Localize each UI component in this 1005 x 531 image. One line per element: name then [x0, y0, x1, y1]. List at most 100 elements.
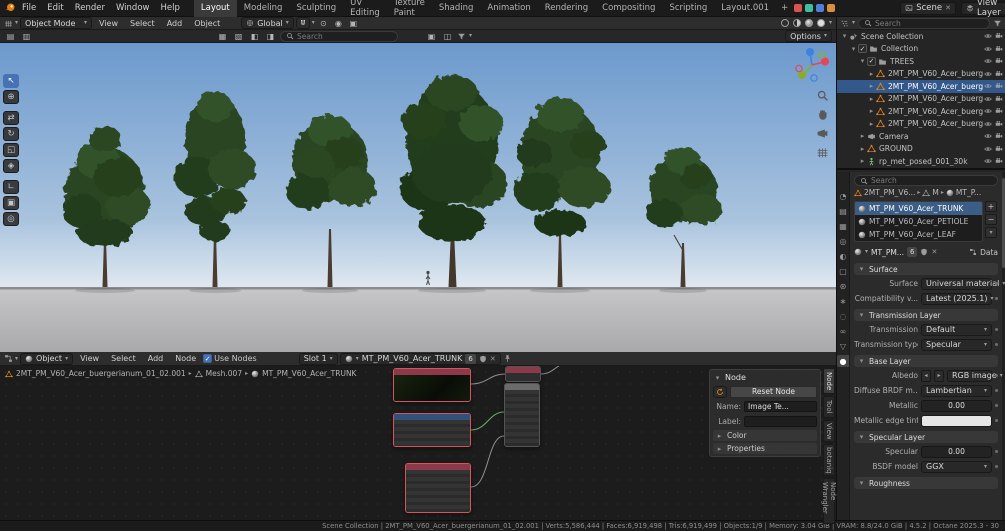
albedo-select[interactable]: RGB image ▾	[947, 369, 1003, 382]
tab-modifiers[interactable]: ⊛	[837, 280, 849, 292]
fake-user-shield-icon[interactable]	[920, 248, 928, 256]
camera-icon[interactable]	[995, 70, 1003, 78]
tab-view-layer[interactable]: ▦	[837, 220, 849, 232]
collapse-icon[interactable]: ▾	[857, 265, 866, 273]
eye-icon[interactable]	[984, 145, 992, 153]
eye-icon[interactable]	[984, 70, 992, 78]
wireframe-shading-icon[interactable]	[780, 19, 789, 27]
expand-icon[interactable]: ▸	[858, 145, 867, 153]
select-box-tool[interactable]: ↖	[3, 74, 19, 88]
navigation-gizmo[interactable]	[794, 47, 830, 83]
outliner-row-tree-object[interactable]: ▸ 2MT_PM_V60_Acer_buerg	[837, 93, 1005, 106]
workspace-tab-texture-paint[interactable]: Texture Paint	[387, 0, 432, 18]
shader-node[interactable]	[393, 413, 471, 447]
tab-world[interactable]: ◐	[837, 250, 849, 262]
roughness-section-header[interactable]: ▾ Roughness	[854, 477, 998, 489]
sidebar-tab-node[interactable]: Node	[823, 368, 835, 394]
expand-icon[interactable]: ▸	[858, 157, 867, 165]
tool-settings-icon[interactable]: ▤	[4, 31, 17, 42]
material-slot-select[interactable]: Slot 1 ▾	[298, 352, 338, 365]
user-count-badge[interactable]: 6	[465, 353, 476, 364]
outliner-row-camera[interactable]: ▸ Camera	[837, 130, 1005, 143]
eye-icon[interactable]	[984, 32, 992, 40]
workspace-tab-sculpting[interactable]: Sculpting	[289, 0, 343, 17]
tab-scene[interactable]: ◎	[837, 235, 849, 247]
outliner-editor-icon[interactable]	[840, 19, 849, 28]
editor-type-icon[interactable]	[4, 354, 13, 363]
zoom-icon[interactable]	[816, 89, 829, 102]
collection-checkbox[interactable]: ✓	[867, 56, 876, 66]
outliner-search-input[interactable]	[875, 18, 984, 28]
pin-icon[interactable]	[503, 354, 512, 363]
rotate-tool[interactable]: ↻	[3, 127, 19, 141]
camera-icon[interactable]	[995, 82, 1003, 90]
expand-icon[interactable]: ▸	[858, 132, 867, 140]
eye-icon[interactable]	[984, 57, 992, 65]
eye-icon[interactable]	[984, 82, 992, 90]
node-menu-add[interactable]: Add	[143, 352, 169, 366]
tab-particles[interactable]: ∗	[837, 295, 849, 307]
expand-icon[interactable]: ▸	[867, 107, 876, 115]
material-slot-trunk[interactable]: MT_PM_V60_Acer_TRUNK	[855, 202, 982, 215]
keyframe-dot-icon[interactable]	[995, 297, 998, 300]
material-slot-leaf[interactable]: MT_PM_V60_Acer_LEAF	[855, 228, 982, 241]
chevron-down-icon[interactable]: ▾	[312, 20, 315, 26]
menu-file[interactable]: File	[17, 0, 41, 17]
outliner-row-tree-object[interactable]: ▸ 2MT_PM_V60_Acer_buerg	[837, 118, 1005, 131]
shader-node-image-texture[interactable]	[393, 368, 471, 402]
camera-icon[interactable]	[995, 120, 1003, 128]
annotate-tool[interactable]: ∟	[3, 180, 19, 194]
options-dropdown[interactable]: Options ▾	[785, 30, 832, 42]
next-texture-icon[interactable]: ▸	[934, 369, 944, 382]
shader-node[interactable]	[504, 383, 540, 447]
node-panel-title-row[interactable]: ▾ Node	[713, 372, 817, 383]
outliner-row-trees[interactable]: ▾ ✓ TREES	[837, 55, 1005, 68]
gizmo-toggle-button[interactable]: ▣	[347, 18, 360, 29]
chevron-down-icon[interactable]: ▾	[469, 33, 472, 39]
tab-constraints[interactable]: ∞	[837, 325, 849, 337]
bsdf-model-select[interactable]: GGX ▾	[921, 460, 992, 473]
collapse-icon[interactable]: ▾	[858, 57, 867, 65]
octane-reset-icon[interactable]	[713, 385, 727, 398]
node-menu-select[interactable]: Select	[106, 352, 141, 366]
tab-physics[interactable]: ◌	[837, 310, 849, 322]
camera-icon[interactable]	[995, 145, 1003, 153]
asset-icon[interactable]: ▣	[425, 31, 438, 42]
outliner-row-tree-object[interactable]: ▸ 2MT_PM_V60_Acer_buerg	[837, 68, 1005, 81]
node-canvas[interactable]: 2MT_PM_V60_Acer_buergerianum_01_02.001 ▸…	[0, 366, 836, 520]
workspace-tab-modeling[interactable]: Modeling	[237, 0, 290, 17]
menu-window[interactable]: Window	[111, 0, 155, 17]
keyframe-dot-icon[interactable]	[995, 343, 998, 346]
pan-hand-icon[interactable]	[816, 108, 829, 121]
eye-icon[interactable]	[984, 157, 992, 165]
expand-icon[interactable]: ▸	[867, 70, 876, 78]
viewport-menu-add[interactable]: Add	[162, 17, 188, 30]
node-name-field[interactable]	[744, 401, 817, 412]
outliner-row-collection[interactable]: ▾ ✓ Collection	[837, 43, 1005, 56]
keyframe-dot-icon[interactable]	[995, 419, 998, 422]
add-slot-button[interactable]: +	[985, 201, 997, 212]
collection-checkbox[interactable]: ✓	[858, 44, 867, 54]
solid-shading-icon[interactable]	[792, 19, 801, 27]
camera-icon[interactable]	[995, 132, 1003, 140]
menu-render[interactable]: Render	[70, 0, 110, 17]
reset-node-button[interactable]: Reset Node	[730, 385, 817, 398]
workspace-tab-shading[interactable]: Shading	[432, 0, 481, 17]
mode-transfer-icon[interactable]: ◧	[248, 31, 261, 42]
collapse-icon[interactable]: ▾	[713, 374, 722, 382]
transform-orientation-select[interactable]: Global ▾	[241, 17, 294, 29]
octane-toolbar-icon[interactable]	[827, 4, 836, 12]
mode-transfer-icon[interactable]: ▧	[232, 31, 245, 42]
pivot-point-button[interactable]: ◉	[332, 18, 345, 29]
transmission-layer-section-header[interactable]: ▾ Transmission Layer	[854, 309, 998, 321]
viewport-menu-object[interactable]: Object	[189, 17, 225, 30]
remove-slot-button[interactable]: −	[985, 214, 997, 225]
compatibility-select[interactable]: Latest (2025.1) ▾	[921, 292, 994, 305]
unlink-material-icon[interactable]: ✕	[490, 355, 496, 363]
eye-icon[interactable]	[984, 107, 992, 115]
keyframe-dot-icon[interactable]	[995, 328, 998, 331]
collapse-icon[interactable]: ▾	[840, 32, 849, 40]
outliner-search[interactable]	[858, 17, 990, 29]
workspace-tab-rendering[interactable]: Rendering	[538, 0, 595, 17]
transmission-type-select[interactable]: Specular ▾	[921, 338, 992, 351]
